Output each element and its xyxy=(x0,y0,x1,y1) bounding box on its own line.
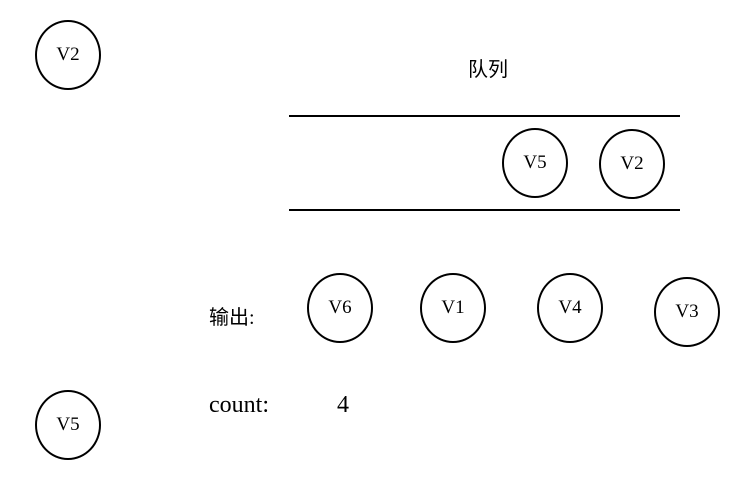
count-label: count: xyxy=(209,392,269,418)
output-item: V1 xyxy=(420,273,486,343)
graph-node-v2: V2 xyxy=(35,20,101,90)
queue-title: 队列 xyxy=(468,59,508,81)
queue-top-border xyxy=(289,115,680,117)
queue-item: V2 xyxy=(599,129,665,199)
output-label: 输出: xyxy=(209,307,255,329)
queue-item: V5 xyxy=(502,128,568,198)
output-item: V3 xyxy=(654,277,720,347)
graph-node-v5: V5 xyxy=(35,390,101,460)
output-item: V4 xyxy=(537,273,603,343)
output-item: V6 xyxy=(307,273,373,343)
count-value: 4 xyxy=(337,392,349,418)
queue-bottom-border xyxy=(289,209,680,211)
